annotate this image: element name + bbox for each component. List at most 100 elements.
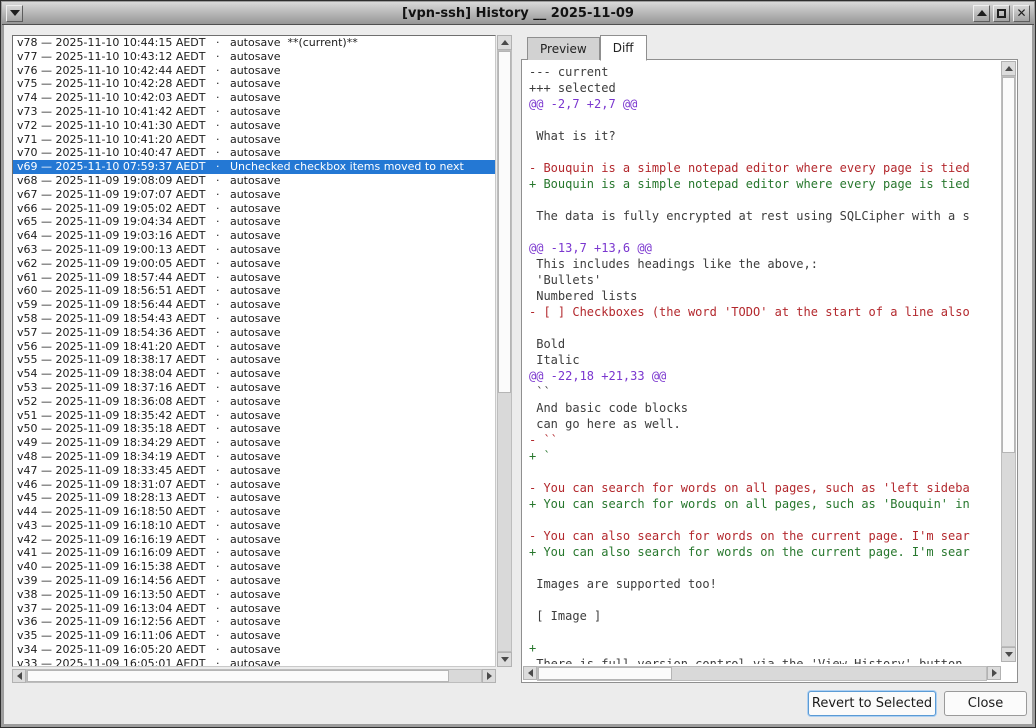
scroll-up-button[interactable] bbox=[497, 35, 512, 50]
scrollbar-trough[interactable] bbox=[1001, 76, 1016, 647]
scrollbar-trough[interactable] bbox=[26, 669, 482, 683]
revert-to-selected-button[interactable]: Revert to Selected bbox=[808, 691, 936, 716]
scrollbar-trough[interactable] bbox=[497, 50, 512, 652]
scrollbar-thumb[interactable] bbox=[1002, 77, 1015, 453]
scroll-left-button[interactable] bbox=[523, 666, 537, 680]
list-item[interactable]: v65 — 2025-11-09 19:04:34 AEDT · autosav… bbox=[13, 215, 495, 229]
list-item[interactable]: v39 — 2025-11-09 16:14:56 AEDT · autosav… bbox=[13, 574, 495, 588]
titlebar[interactable]: [vpn-ssh] History __ 2025-11-09 ✕ bbox=[2, 2, 1034, 25]
list-item[interactable]: v33 — 2025-11-09 16:05:01 AEDT · autosav… bbox=[13, 657, 495, 667]
list-item[interactable]: v34 — 2025-11-09 16:05:20 AEDT · autosav… bbox=[13, 643, 495, 657]
diff-line bbox=[529, 320, 999, 336]
arrow-left-icon bbox=[17, 672, 22, 680]
diff-line: And basic code blocks bbox=[529, 400, 999, 416]
list-item[interactable]: v47 — 2025-11-09 18:33:45 AEDT · autosav… bbox=[13, 464, 495, 478]
diff-line: - Bouquin is a simple notepad editor whe… bbox=[529, 160, 999, 176]
tab-preview[interactable]: Preview bbox=[527, 37, 600, 60]
list-item[interactable]: v66 — 2025-11-09 19:05:02 AEDT · autosav… bbox=[13, 202, 495, 216]
version-list[interactable]: v78 — 2025-11-10 10:44:15 AEDT · autosav… bbox=[12, 35, 496, 667]
list-item[interactable]: v64 — 2025-11-09 19:03:16 AEDT · autosav… bbox=[13, 229, 495, 243]
list-item[interactable]: v60 — 2025-11-09 18:56:51 AEDT · autosav… bbox=[13, 284, 495, 298]
list-item[interactable]: v74 — 2025-11-10 10:42:03 AEDT · autosav… bbox=[13, 91, 495, 105]
list-item[interactable]: v52 — 2025-11-09 18:36:08 AEDT · autosav… bbox=[13, 395, 495, 409]
list-item[interactable]: v58 — 2025-11-09 18:54:43 AEDT · autosav… bbox=[13, 312, 495, 326]
list-item[interactable]: v40 — 2025-11-09 16:15:38 AEDT · autosav… bbox=[13, 560, 495, 574]
scroll-down-button[interactable] bbox=[497, 652, 512, 667]
diff-line: - You can search for words on all pages,… bbox=[529, 480, 999, 496]
diff-line bbox=[529, 560, 999, 576]
tab-diff[interactable]: Diff bbox=[600, 35, 647, 61]
version-list-horizontal-scrollbar[interactable] bbox=[12, 669, 496, 683]
list-item[interactable]: v45 — 2025-11-09 18:28:13 AEDT · autosav… bbox=[13, 491, 495, 505]
list-item[interactable]: v54 — 2025-11-09 18:38:04 AEDT · autosav… bbox=[13, 367, 495, 381]
diff-panel: --- current+++ selected@@ -2,7 +2,7 @@ W… bbox=[521, 59, 1018, 683]
arrow-up-icon bbox=[501, 40, 509, 45]
list-item[interactable]: v70 — 2025-11-10 10:40:47 AEDT · autosav… bbox=[13, 146, 495, 160]
scroll-up-button[interactable] bbox=[1001, 61, 1016, 76]
list-item[interactable]: v56 — 2025-11-09 18:41:20 AEDT · autosav… bbox=[13, 340, 495, 354]
list-item[interactable]: v63 — 2025-11-09 19:00:13 AEDT · autosav… bbox=[13, 243, 495, 257]
diff-text[interactable]: --- current+++ selected@@ -2,7 +2,7 @@ W… bbox=[529, 64, 999, 664]
diff-line: + You can search for words on all pages,… bbox=[529, 496, 999, 512]
list-item[interactable]: v67 — 2025-11-09 19:07:07 AEDT · autosav… bbox=[13, 188, 495, 202]
scrollbar-thumb[interactable] bbox=[498, 51, 511, 393]
list-item[interactable]: v53 — 2025-11-09 18:37:16 AEDT · autosav… bbox=[13, 381, 495, 395]
maximize-button[interactable] bbox=[993, 5, 1010, 22]
diff-line: Bold bbox=[529, 336, 999, 352]
arrow-down-icon bbox=[1005, 652, 1013, 657]
diff-line: can go here as well. bbox=[529, 416, 999, 432]
list-item[interactable]: v57 — 2025-11-09 18:54:36 AEDT · autosav… bbox=[13, 326, 495, 340]
list-item[interactable]: v41 — 2025-11-09 16:16:09 AEDT · autosav… bbox=[13, 546, 495, 560]
shade-button[interactable] bbox=[973, 5, 990, 22]
list-item[interactable]: v46 — 2025-11-09 18:31:07 AEDT · autosav… bbox=[13, 478, 495, 492]
list-item[interactable]: v42 — 2025-11-09 16:16:19 AEDT · autosav… bbox=[13, 533, 495, 547]
list-item[interactable]: v78 — 2025-11-10 10:44:15 AEDT · autosav… bbox=[13, 36, 495, 50]
list-item[interactable]: v38 — 2025-11-09 16:13:50 AEDT · autosav… bbox=[13, 588, 495, 602]
list-item[interactable]: v55 — 2025-11-09 18:38:17 AEDT · autosav… bbox=[13, 353, 495, 367]
list-item[interactable]: v73 — 2025-11-10 10:41:42 AEDT · autosav… bbox=[13, 105, 495, 119]
list-item[interactable]: v77 — 2025-11-10 10:43:12 AEDT · autosav… bbox=[13, 50, 495, 64]
close-button[interactable]: Close bbox=[944, 691, 1027, 716]
window-menu-button[interactable] bbox=[6, 5, 23, 22]
list-item[interactable]: v44 — 2025-11-09 16:18:50 AEDT · autosav… bbox=[13, 505, 495, 519]
list-item[interactable]: v61 — 2025-11-09 18:57:44 AEDT · autosav… bbox=[13, 271, 495, 285]
diff-line: +++ selected bbox=[529, 80, 999, 96]
scroll-right-button[interactable] bbox=[987, 666, 1001, 680]
diff-vertical-scrollbar[interactable] bbox=[1001, 61, 1016, 662]
list-item[interactable]: v48 — 2025-11-09 18:34:19 AEDT · autosav… bbox=[13, 450, 495, 464]
scrollbar-thumb[interactable] bbox=[27, 670, 449, 682]
diff-line: Images are supported too! bbox=[529, 576, 999, 592]
diff-horizontal-scrollbar[interactable] bbox=[523, 666, 1001, 681]
diff-line: Numbered lists bbox=[529, 288, 999, 304]
scroll-down-button[interactable] bbox=[1001, 647, 1016, 662]
list-item[interactable]: v76 — 2025-11-10 10:42:44 AEDT · autosav… bbox=[13, 64, 495, 78]
scrollbar-thumb[interactable] bbox=[538, 667, 672, 680]
diff-line: + You can also search for words on the c… bbox=[529, 544, 999, 560]
diff-line: What is it? bbox=[529, 128, 999, 144]
diff-line bbox=[529, 112, 999, 128]
list-item[interactable]: v51 — 2025-11-09 18:35:42 AEDT · autosav… bbox=[13, 409, 495, 423]
close-window-button[interactable]: ✕ bbox=[1013, 5, 1030, 22]
list-item[interactable]: v35 — 2025-11-09 16:11:06 AEDT · autosav… bbox=[13, 629, 495, 643]
list-item[interactable]: v49 — 2025-11-09 18:34:29 AEDT · autosav… bbox=[13, 436, 495, 450]
diff-line: --- current bbox=[529, 64, 999, 80]
list-item[interactable]: v50 — 2025-11-09 18:35:18 AEDT · autosav… bbox=[13, 422, 495, 436]
list-item[interactable]: v59 — 2025-11-09 18:56:44 AEDT · autosav… bbox=[13, 298, 495, 312]
diff-line: + ` bbox=[529, 448, 999, 464]
list-item[interactable]: v68 — 2025-11-09 19:08:09 AEDT · autosav… bbox=[13, 174, 495, 188]
list-item[interactable]: v62 — 2025-11-09 19:00:05 AEDT · autosav… bbox=[13, 257, 495, 271]
list-item[interactable]: v36 — 2025-11-09 16:12:56 AEDT · autosav… bbox=[13, 615, 495, 629]
diff-line bbox=[529, 192, 999, 208]
list-item[interactable]: v37 — 2025-11-09 16:13:04 AEDT · autosav… bbox=[13, 602, 495, 616]
scroll-left-button[interactable] bbox=[12, 669, 26, 683]
arrow-left-icon bbox=[528, 669, 533, 677]
version-list-vertical-scrollbar[interactable] bbox=[497, 35, 512, 667]
scroll-right-button[interactable] bbox=[482, 669, 496, 683]
list-item[interactable]: v72 — 2025-11-10 10:41:30 AEDT · autosav… bbox=[13, 119, 495, 133]
list-item[interactable]: v75 — 2025-11-10 10:42:28 AEDT · autosav… bbox=[13, 77, 495, 91]
list-item[interactable]: v69 — 2025-11-10 07:59:37 AEDT · Uncheck… bbox=[13, 160, 495, 174]
scrollbar-trough[interactable] bbox=[537, 666, 987, 681]
window-menu-icon bbox=[10, 10, 20, 16]
list-item[interactable]: v71 — 2025-11-10 10:41:20 AEDT · autosav… bbox=[13, 133, 495, 147]
list-item[interactable]: v43 — 2025-11-09 16:18:10 AEDT · autosav… bbox=[13, 519, 495, 533]
